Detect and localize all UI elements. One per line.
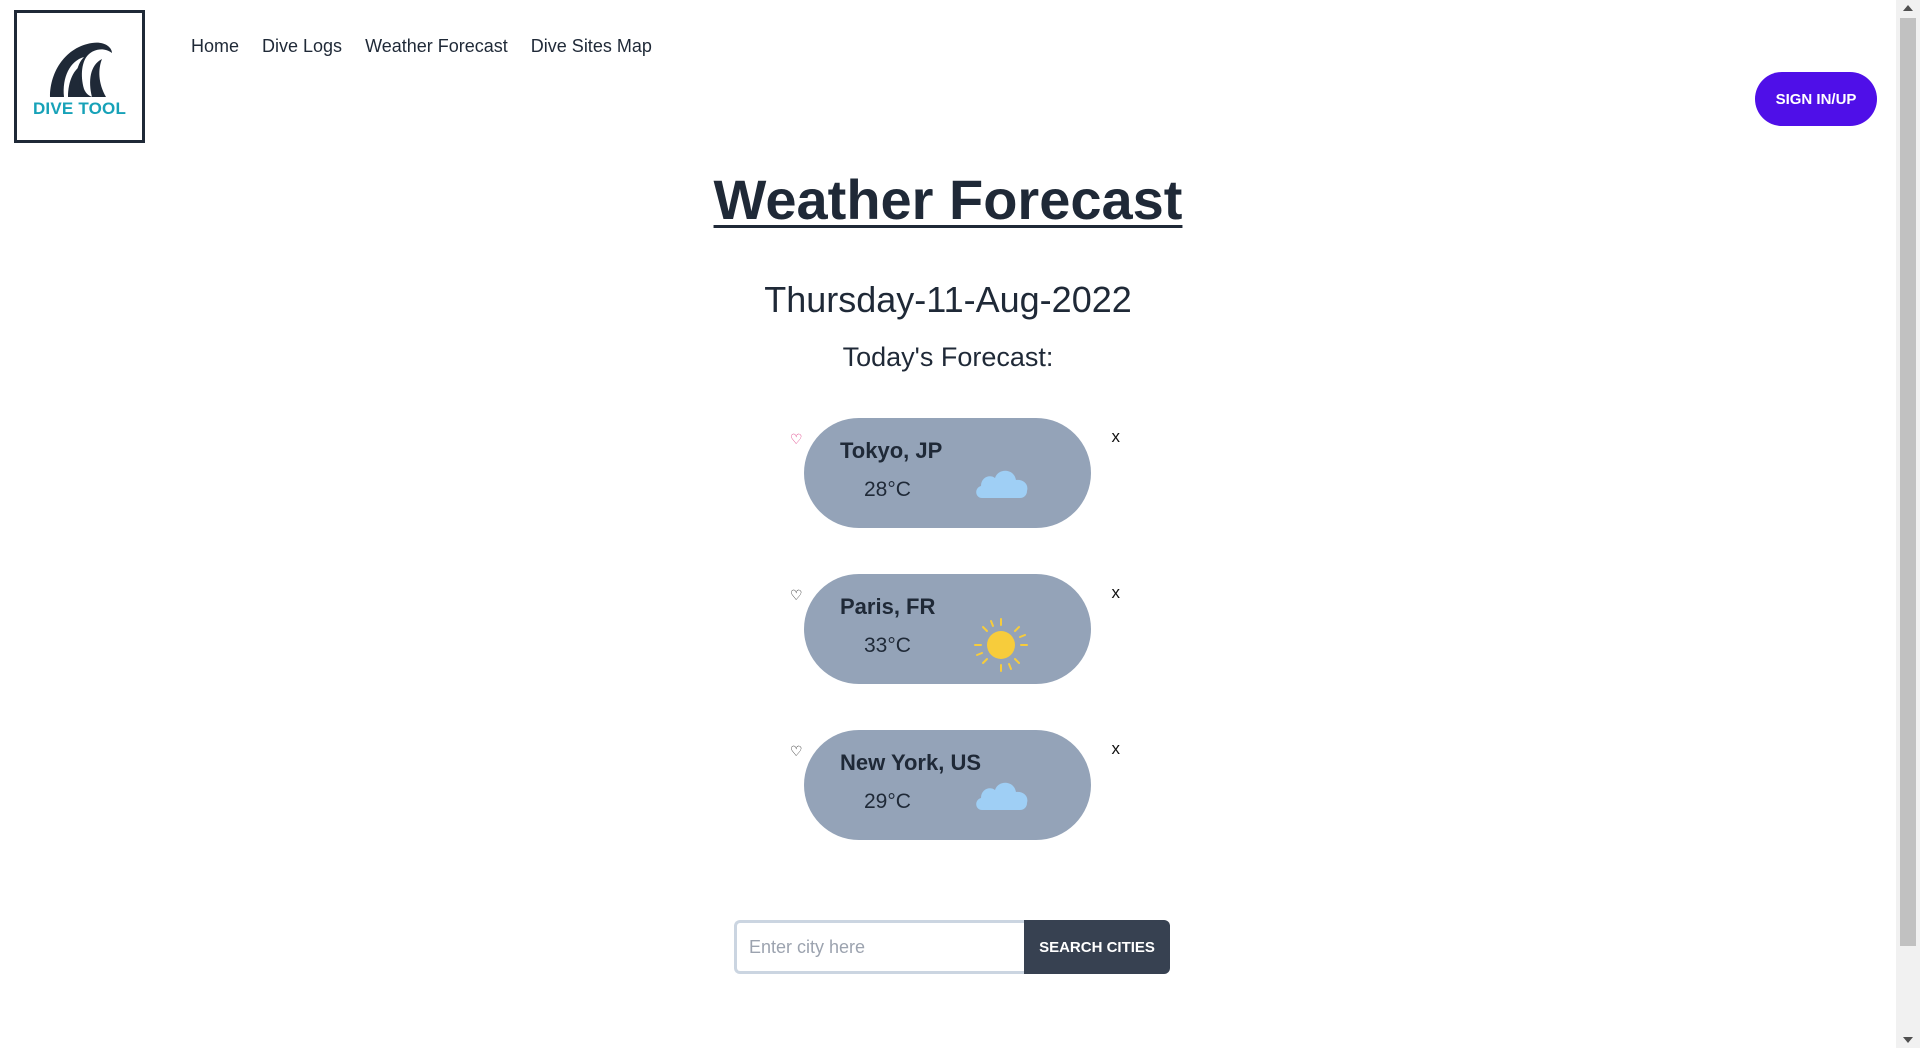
city-temperature: 33°C [864, 634, 911, 657]
city-search-input[interactable] [734, 920, 1024, 974]
scrollbar-thumb[interactable] [1900, 18, 1916, 946]
favorite-heart-icon[interactable]: ♡ [790, 588, 803, 604]
city-search: SEARCH CITIES [734, 920, 1170, 974]
favorite-heart-icon[interactable]: ♡ [790, 432, 803, 448]
nav-dive-logs[interactable]: Dive Logs [262, 36, 342, 57]
forecast-card-wrapper: ♡ New York, US 29°C x [790, 730, 1120, 842]
remove-card-button[interactable]: x [1112, 428, 1121, 446]
city-name: Tokyo, JP [840, 438, 943, 463]
vertical-scrollbar[interactable] [1896, 0, 1920, 1048]
forecast-card[interactable]: New York, US 29°C [804, 730, 1091, 840]
search-cities-button[interactable]: SEARCH CITIES [1024, 920, 1170, 974]
scroll-up-icon[interactable] [1903, 5, 1913, 11]
city-name: Paris, FR [840, 594, 936, 619]
page-title: Weather Forecast [713, 168, 1183, 231]
cloud-icon [976, 470, 1028, 498]
forecast-card[interactable]: Tokyo, JP 28°C [804, 418, 1091, 528]
forecast-card[interactable]: Paris, FR 33°C [804, 574, 1091, 684]
wave-logo-icon [49, 42, 112, 97]
city-temperature: 28°C [864, 478, 911, 501]
nav-dive-sites-map[interactable]: Dive Sites Map [531, 36, 652, 57]
forecast-card-wrapper: ♡ Tokyo, JP 28°C x [790, 418, 1120, 530]
logo-text: DIVE TOOL [32, 98, 127, 118]
cloud-icon [976, 782, 1028, 810]
remove-card-button[interactable]: x [1112, 740, 1121, 758]
logo[interactable]: DIVE TOOL [14, 10, 145, 143]
main-nav: Home Dive Logs Weather Forecast Dive Sit… [191, 36, 652, 57]
remove-card-button[interactable]: x [1112, 584, 1121, 602]
sun-icon [974, 618, 1028, 672]
forecast-heading: Today's Forecast: [842, 342, 1054, 372]
city-name: New York, US [840, 750, 982, 775]
nav-home[interactable]: Home [191, 36, 239, 57]
scroll-down-icon[interactable] [1903, 1037, 1913, 1043]
page: DIVE TOOL Home Dive Logs Weather Forecas… [0, 0, 1896, 1048]
forecast-card-wrapper: ♡ Paris, FR 33°C x [790, 574, 1120, 686]
city-temperature: 29°C [864, 790, 911, 813]
nav-weather-forecast[interactable]: Weather Forecast [365, 36, 508, 57]
current-date: Thursday-11-Aug-2022 [764, 279, 1132, 320]
sign-in-up-button[interactable]: SIGN IN/UP [1755, 72, 1877, 126]
favorite-heart-icon[interactable]: ♡ [790, 744, 803, 760]
